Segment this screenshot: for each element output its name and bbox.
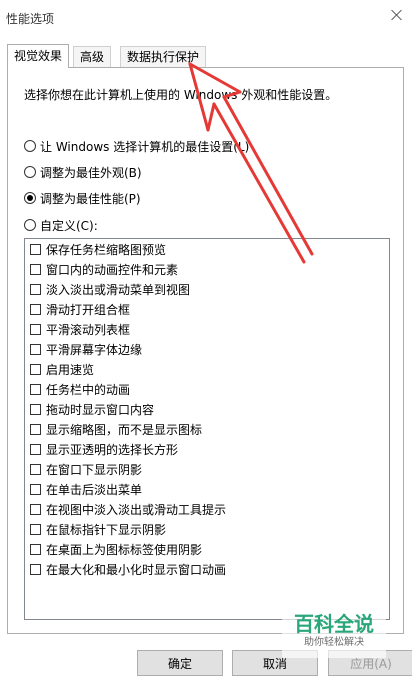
radio-button[interactable] (24, 140, 36, 152)
list-item[interactable]: 显示亚透明的选择长方形 (25, 439, 389, 459)
option-best-appearance[interactable]: 调整为最佳外观(B) (24, 164, 142, 180)
watermark-logo: 百科全说 助你轻松解决 (282, 612, 386, 658)
window-title: 性能选项 (6, 12, 55, 26)
effect-label: 显示亚透明的选择长方形 (46, 442, 179, 457)
checkbox[interactable] (30, 423, 41, 435)
effect-label: 显示缩略图，而不是显示图标 (46, 422, 203, 437)
checkbox[interactable] (30, 543, 41, 555)
checkbox[interactable] (30, 523, 41, 535)
checkbox[interactable] (30, 323, 41, 335)
list-item[interactable]: 显示缩略图，而不是显示图标 (25, 419, 389, 439)
radio-button[interactable] (24, 219, 36, 231)
tab-visual-effects[interactable]: 视觉效果 (7, 44, 70, 68)
visual-effects-panel: 选择你想在此计算机上使用的 Windows 外观和性能设置。 让 Windows… (7, 67, 404, 634)
effect-label: 平滑屏幕字体边缘 (46, 342, 143, 357)
effect-label: 拖动时显示窗口内容 (46, 402, 155, 417)
close-icon[interactable] (390, 8, 404, 22)
list-item[interactable]: 任务栏中的动画 (25, 379, 389, 399)
checkbox[interactable] (30, 363, 41, 375)
option-best-performance[interactable]: 调整为最佳性能(P) (24, 190, 141, 206)
radio-button[interactable] (24, 192, 36, 204)
list-item[interactable]: 在桌面上为图标标签使用阴影 (25, 539, 389, 559)
effect-label: 在鼠标指针下显示阴影 (46, 522, 167, 537)
effect-label: 在最大化和最小化时显示窗口动画 (46, 562, 227, 577)
effect-label: 滑动打开组合框 (46, 302, 131, 317)
option-label: 让 Windows 选择计算机的最佳设置(L) (40, 139, 250, 154)
ok-button[interactable]: 确定 (137, 650, 223, 676)
effect-label: 平滑滚动列表框 (46, 322, 131, 337)
list-item[interactable]: 在视图中淡入淡出或滑动工具提示 (25, 499, 389, 519)
list-item[interactable]: 窗口内的动画控件和元素 (25, 259, 389, 279)
list-item[interactable]: 在鼠标指针下显示阴影 (25, 519, 389, 539)
checkbox[interactable] (30, 283, 41, 295)
effect-label: 任务栏中的动画 (46, 382, 131, 397)
list-item[interactable]: 平滑屏幕字体边缘 (25, 339, 389, 359)
checkbox[interactable] (30, 463, 41, 475)
list-item[interactable]: 拖动时显示窗口内容 (25, 399, 389, 419)
effect-label: 在窗口下显示阴影 (46, 462, 143, 477)
checkbox[interactable] (30, 563, 41, 575)
effect-label: 窗口内的动画控件和元素 (46, 262, 179, 277)
effect-label: 淡入淡出或滑动菜单到视图 (46, 282, 191, 297)
checkbox[interactable] (30, 243, 41, 255)
list-item[interactable]: 在单击后淡出菜单 (25, 479, 389, 499)
effect-label: 在桌面上为图标标签使用阴影 (46, 542, 203, 557)
checkbox[interactable] (30, 403, 41, 415)
effect-label: 在单击后淡出菜单 (46, 482, 143, 497)
checkbox[interactable] (30, 383, 41, 395)
checkbox[interactable] (30, 343, 41, 355)
list-item[interactable]: 平滑滚动列表框 (25, 319, 389, 339)
checkbox[interactable] (30, 503, 41, 515)
checkbox[interactable] (30, 483, 41, 495)
list-item[interactable]: 淡入淡出或滑动菜单到视图 (25, 279, 389, 299)
tab-advanced[interactable]: 高级 (73, 46, 112, 67)
option-label: 调整为最佳性能(P) (40, 191, 141, 206)
list-item[interactable]: 启用速览 (25, 359, 389, 379)
tab-data-execution-prevention[interactable]: 数据执行保护 (120, 46, 207, 67)
watermark-title: 百科全说 (294, 612, 374, 636)
list-item[interactable]: 保存任务栏缩略图预览 (25, 239, 389, 259)
option-let-windows-choose[interactable]: 让 Windows 选择计算机的最佳设置(L) (24, 138, 249, 154)
option-label: 调整为最佳外观(B) (40, 165, 142, 180)
effect-label: 保存任务栏缩略图预览 (46, 242, 167, 257)
description-text: 选择你想在此计算机上使用的 Windows 外观和性能设置。 (24, 88, 338, 102)
checkbox[interactable] (30, 443, 41, 455)
option-label: 自定义(C): (40, 218, 98, 233)
effects-list: 保存任务栏缩略图预览 窗口内的动画控件和元素 淡入淡出或滑动菜单到视图 滑动打开… (24, 238, 390, 620)
watermark-subtitle: 助你轻松解决 (304, 637, 364, 648)
list-item[interactable]: 滑动打开组合框 (25, 299, 389, 319)
list-item[interactable]: 在最大化和最小化时显示窗口动画 (25, 559, 389, 579)
option-custom[interactable]: 自定义(C): (24, 217, 98, 233)
radio-button[interactable] (24, 166, 36, 178)
checkbox[interactable] (30, 263, 41, 275)
effect-label: 在视图中淡入淡出或滑动工具提示 (46, 502, 227, 517)
effect-label: 启用速览 (46, 362, 95, 377)
list-item[interactable]: 在窗口下显示阴影 (25, 459, 389, 479)
tab-bar: 视觉效果 高级 数据执行保护 (7, 44, 412, 68)
checkbox[interactable] (30, 303, 41, 315)
